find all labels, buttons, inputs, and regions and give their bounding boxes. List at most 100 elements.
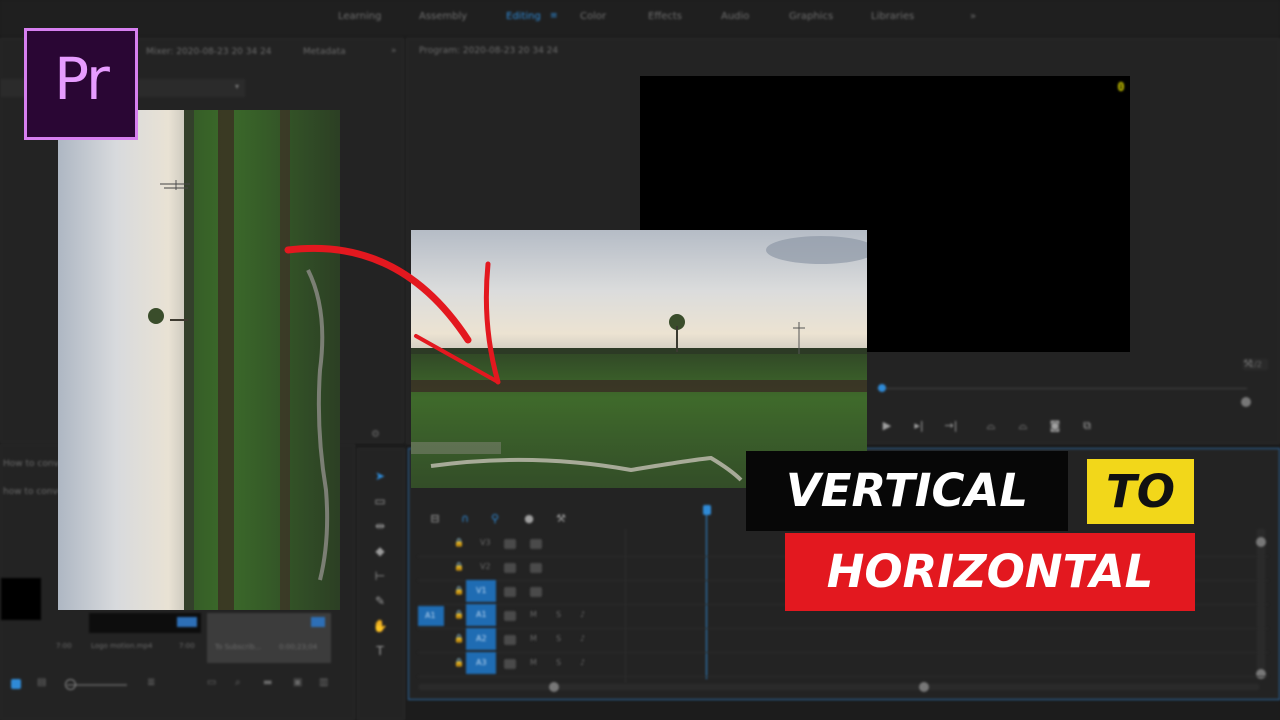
extract-icon[interactable]: ⌓ xyxy=(1015,420,1031,432)
sync-lock-icon[interactable] xyxy=(504,563,516,573)
banner-horizontal: HORIZONTAL xyxy=(785,533,1195,611)
lock-icon[interactable]: 🔒 xyxy=(454,634,464,643)
timeline-horizontal-scrollbar[interactable] xyxy=(419,682,1259,692)
sync-lock-icon[interactable] xyxy=(504,539,516,549)
mic-icon[interactable]: ♪ xyxy=(580,610,585,619)
track-label-v3: V3 xyxy=(480,538,491,547)
new-bin-icon[interactable]: ▭ xyxy=(207,677,216,688)
clip-badge xyxy=(311,617,325,627)
icon-view-icon[interactable]: ▤ xyxy=(37,677,46,688)
settings-wrench-icon[interactable]: ⚒ xyxy=(1243,357,1253,370)
track-row-a3[interactable]: 🔒 A3 M S ♪ xyxy=(418,652,1268,677)
search-icon[interactable]: ⌕ xyxy=(235,677,241,688)
sync-lock-icon[interactable] xyxy=(504,587,516,597)
camera-icon[interactable]: ◙ xyxy=(1047,420,1063,432)
selection-tool-icon[interactable]: ➤ xyxy=(372,469,388,483)
tab-graphics[interactable]: Graphics xyxy=(789,11,833,22)
mute-icon[interactable]: M xyxy=(530,610,537,619)
clip-thumbnail-3[interactable]: To Subscrib... 0:00;23;04 xyxy=(207,613,331,663)
zoom-slider[interactable] xyxy=(67,684,127,686)
sync-lock-icon[interactable] xyxy=(504,611,516,621)
track-row-a2[interactable]: 🔒 A2 M S ♪ xyxy=(418,628,1268,653)
h-scroll-handle[interactable] xyxy=(919,682,929,692)
tab-libraries[interactable]: Libraries xyxy=(871,11,914,22)
hand-tool-icon[interactable]: ✋ xyxy=(372,619,388,633)
lock-icon[interactable]: 🔒 xyxy=(454,586,464,595)
timeline-playhead-marker[interactable] xyxy=(703,505,711,515)
track-label-a1: A1 xyxy=(476,610,487,619)
playhead-marker[interactable] xyxy=(878,384,886,392)
go-to-out-icon[interactable]: →| xyxy=(943,420,959,432)
tab-menu-icon[interactable]: ≡ xyxy=(550,11,558,21)
folder-icon[interactable]: ▬ xyxy=(263,677,272,688)
lift-icon[interactable]: ⌓ xyxy=(983,420,999,432)
premiere-pro-logo: Pr xyxy=(24,28,138,140)
zoom-slider-handle[interactable] xyxy=(65,679,76,690)
solo-icon[interactable]: S xyxy=(556,634,561,643)
clip-name-3: To Subscrib... xyxy=(215,643,262,651)
type-tool-icon[interactable]: T xyxy=(372,644,388,658)
track-label-a2: A2 xyxy=(476,634,487,643)
solo-icon[interactable]: S xyxy=(556,658,561,667)
more-workspaces-icon[interactable]: » xyxy=(970,11,976,22)
track-label-v2: V2 xyxy=(480,562,491,571)
h-scroll-handle[interactable] xyxy=(549,682,559,692)
lock-icon[interactable]: 🔒 xyxy=(454,658,464,667)
ripple-edit-icon[interactable]: ⇹ xyxy=(372,519,388,533)
sync-lock-icon[interactable] xyxy=(504,635,516,645)
track-label-v1: V1 xyxy=(476,586,487,595)
sync-lock-icon[interactable] xyxy=(504,659,516,669)
panel-menu-icon[interactable]: » xyxy=(391,46,397,56)
list-view-icon[interactable] xyxy=(11,679,21,689)
mic-icon[interactable]: ♪ xyxy=(580,658,585,667)
program-monitor-title[interactable]: Program: 2020-08-23 20 34 24 xyxy=(419,46,558,56)
metadata-tab[interactable]: Metadata xyxy=(303,47,346,57)
mute-icon[interactable]: M xyxy=(530,658,537,667)
solo-icon[interactable]: S xyxy=(556,610,561,619)
scroll-handle[interactable] xyxy=(1241,397,1251,407)
lock-icon[interactable]: 🔒 xyxy=(454,538,464,547)
trash-icon[interactable]: ▥ xyxy=(319,677,328,688)
tab-editing[interactable]: Editing xyxy=(506,11,541,22)
eye-icon[interactable] xyxy=(530,563,542,573)
banner-to: TO xyxy=(1087,459,1194,524)
timeline-settings-icon[interactable]: ⚒ xyxy=(553,513,569,525)
nest-icon[interactable]: ⊟ xyxy=(427,513,443,525)
mute-icon[interactable]: M xyxy=(530,634,537,643)
clip-duration-2: 7:00 xyxy=(179,642,195,650)
tab-color[interactable]: Color xyxy=(580,11,606,22)
tab-effects[interactable]: Effects xyxy=(648,11,682,22)
chevron-down-icon: ▾ xyxy=(234,82,239,91)
tab-assembly[interactable]: Assembly xyxy=(419,11,467,22)
pen-tool-icon[interactable]: ✎ xyxy=(372,594,388,608)
tab-audio[interactable]: Audio xyxy=(721,11,749,22)
new-item-icon[interactable]: ▣ xyxy=(293,677,302,688)
mic-icon[interactable]: ♪ xyxy=(580,634,585,643)
clip-name-2: Logo motion.mp4 xyxy=(91,642,153,650)
clip-thumbnail-2[interactable] xyxy=(89,613,201,633)
slip-tool-icon[interactable]: ⊢ xyxy=(372,569,388,583)
tools-panel: ➤ ▭ ⇹ ◆ ⊢ ✎ ✋ T xyxy=(357,448,405,720)
linked-selection-icon[interactable]: ⚲ xyxy=(487,513,503,525)
wrench-icon[interactable]: ⚙ xyxy=(371,429,380,440)
eye-icon[interactable] xyxy=(530,539,542,549)
tab-learning[interactable]: Learning xyxy=(338,11,381,22)
play-icon[interactable]: ▶ xyxy=(879,420,895,432)
razor-tool-icon[interactable]: ◆ xyxy=(372,544,388,558)
clip-badge xyxy=(177,617,197,627)
snap-icon[interactable]: ∩ xyxy=(457,513,473,525)
track-select-icon[interactable]: ▭ xyxy=(372,494,388,508)
lock-icon[interactable]: 🔒 xyxy=(454,610,464,619)
workspace-bar: Learning Assembly Editing ≡ Color Effect… xyxy=(0,0,1280,36)
add-marker-icon[interactable]: ● xyxy=(521,513,537,525)
step-forward-icon[interactable]: ▸| xyxy=(911,420,927,432)
lock-icon[interactable]: 🔒 xyxy=(454,562,464,571)
source-patch-label: A1 xyxy=(425,611,436,620)
eye-icon[interactable] xyxy=(530,587,542,597)
mixer-tab[interactable]: Mixer: 2020-08-23 20 34 24 xyxy=(146,47,272,57)
comparison-view-icon[interactable]: ⧉ xyxy=(1079,420,1095,432)
playhead-bar[interactable] xyxy=(877,388,1247,389)
sort-icon[interactable]: ≣ xyxy=(147,677,155,688)
clip-thumbnail-1[interactable] xyxy=(1,578,41,620)
clip-duration-1: 7:00 xyxy=(56,642,72,650)
